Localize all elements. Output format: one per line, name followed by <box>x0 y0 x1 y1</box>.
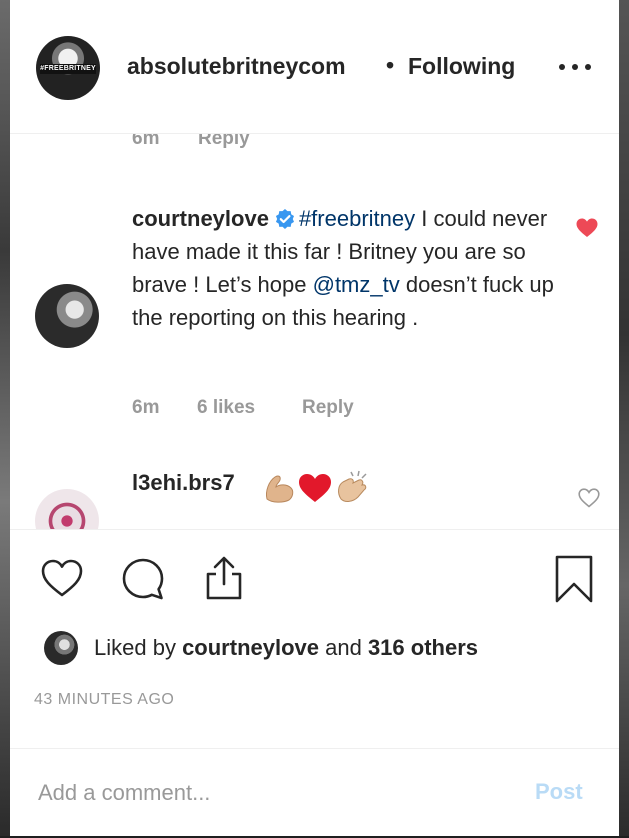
following-button[interactable]: Following <box>408 53 515 80</box>
comment-bubble-icon[interactable] <box>120 556 166 602</box>
red-heart-icon <box>299 474 331 502</box>
comment-text: courtneylove #freebritney I could never … <box>132 202 572 334</box>
reply-button[interactable]: Reply <box>302 397 354 419</box>
post-header: #FREEBRITNEY absolutebritneycom • Follow… <box>10 0 619 134</box>
comment-emojis <box>266 470 367 503</box>
post-card: #FREEBRITNEY absolutebritneycom • Follow… <box>10 0 619 836</box>
likes-prefix: Liked by <box>94 635 183 660</box>
comment-like-heart-icon[interactable] <box>578 488 600 508</box>
reply-button[interactable]: Reply <box>198 134 250 150</box>
comment-likes[interactable]: 6 likes <box>197 397 255 419</box>
comment-input[interactable] <box>36 777 520 809</box>
author-avatar[interactable]: #FREEBRITNEY <box>36 36 100 100</box>
author-username[interactable]: absolutebritneycom <box>127 53 346 80</box>
comment-time: 6m <box>132 134 160 149</box>
comment-liked-heart-icon[interactable] <box>576 218 598 238</box>
clapping-hands-icon <box>338 470 367 502</box>
avatar-badge-text: #FREEBRITNEY <box>40 64 96 74</box>
commenter-avatar[interactable] <box>35 489 99 529</box>
post-button[interactable]: Post <box>535 779 583 805</box>
likes-and: and <box>319 635 368 660</box>
mention-link[interactable]: @tmz_tv <box>313 272 400 297</box>
likes-text: Liked by courtneylove and 316 others <box>94 635 478 661</box>
share-upload-icon[interactable] <box>202 554 246 602</box>
verified-badge-icon <box>275 209 294 229</box>
like-heart-icon[interactable] <box>40 556 84 600</box>
hashtag-link[interactable]: #freebritney <box>299 206 415 231</box>
comment-time: 6m <box>132 397 160 418</box>
more-options-icon[interactable] <box>558 63 592 71</box>
commenter-avatar[interactable] <box>35 284 99 348</box>
liker-avatar[interactable] <box>44 631 78 665</box>
background-edge-right <box>619 0 629 836</box>
comments-list[interactable]: 6m Reply courtneylove #freebritney I cou… <box>10 134 619 529</box>
liker-username[interactable]: courtneylove <box>182 635 319 660</box>
commenter-username[interactable]: courtneylove <box>132 206 269 231</box>
post-timestamp: 43 MINUTES AGO <box>34 691 175 708</box>
bookmark-icon[interactable] <box>554 554 594 604</box>
flexed-biceps-icon <box>266 475 294 503</box>
commenter-username[interactable]: l3ehi.brs7 <box>132 470 235 496</box>
likes-others-link[interactable]: 316 others <box>368 635 478 660</box>
post-actions: Liked by courtneylove and 316 others 43 … <box>10 529 619 837</box>
add-comment-bar: Post <box>10 748 619 838</box>
header-separator: • <box>386 52 395 78</box>
background-edge-left <box>0 0 10 836</box>
